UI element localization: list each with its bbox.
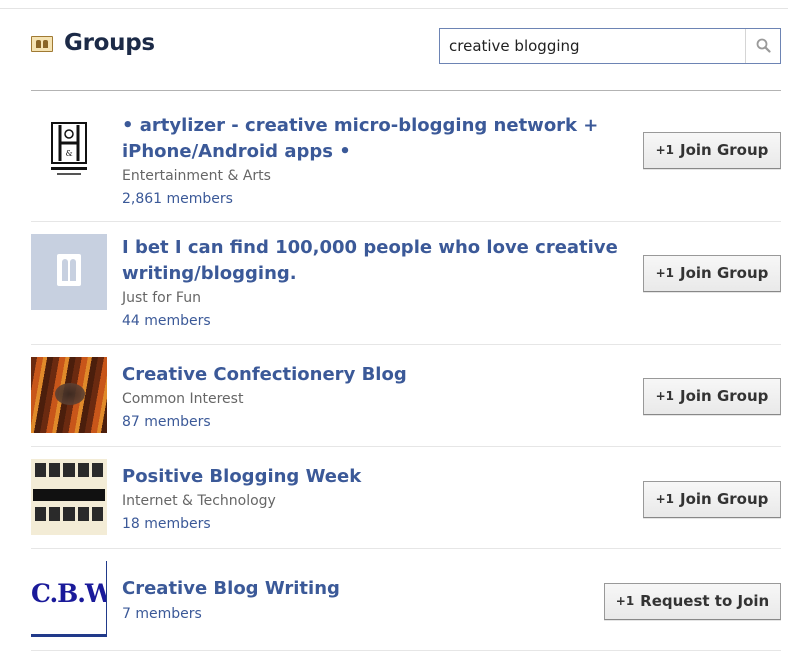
- groups-header: Groups: [31, 28, 781, 68]
- plus-one-icon: +1: [655, 492, 675, 506]
- group-result: & • artylizer - creative micro-blogging …: [31, 91, 781, 222]
- search-button[interactable]: [745, 29, 780, 63]
- plus-one-icon: +1: [615, 594, 635, 608]
- group-result: Positive Blogging Week Internet & Techno…: [31, 447, 781, 549]
- search-box: [439, 28, 781, 64]
- plus-one-icon: +1: [655, 266, 675, 280]
- group-members-link[interactable]: 7 members: [122, 602, 562, 626]
- search-input[interactable]: [440, 29, 745, 63]
- group-name-link[interactable]: • artylizer - creative micro-blogging ne…: [122, 113, 622, 165]
- join-button-label: Join Group: [680, 141, 769, 159]
- join-group-button[interactable]: +1 Join Group: [643, 255, 781, 292]
- page-title: Groups: [64, 30, 155, 56]
- group-name-link[interactable]: Positive Blogging Week: [122, 464, 602, 490]
- join-button-label: Join Group: [680, 264, 769, 282]
- group-category: Just for Fun: [122, 290, 201, 306]
- group-thumbnail[interactable]: [31, 459, 107, 535]
- group-result: C.B.W Creative Blog Writing 7 members +1…: [31, 549, 781, 651]
- group-thumbnail[interactable]: &: [31, 115, 107, 191]
- group-name-link[interactable]: Creative Blog Writing: [122, 576, 562, 602]
- group-members-link[interactable]: 44 members: [122, 309, 632, 333]
- join-button-label: Join Group: [680, 387, 769, 405]
- group-category: Entertainment & Arts: [122, 168, 271, 184]
- search-icon: [756, 38, 771, 53]
- group-name-link[interactable]: Creative Confectionery Blog: [122, 362, 602, 388]
- join-group-button[interactable]: +1 Join Group: [643, 378, 781, 415]
- group-category: Common Interest: [122, 391, 244, 407]
- join-group-button[interactable]: +1 Join Group: [643, 481, 781, 518]
- plus-one-icon: +1: [655, 143, 675, 157]
- group-category: Internet & Technology: [122, 493, 276, 509]
- group-thumbnail[interactable]: C.B.W: [31, 561, 107, 637]
- join-button-label: Join Group: [680, 490, 769, 508]
- group-thumbnail[interactable]: [31, 234, 107, 310]
- group-name-link[interactable]: I bet I can find 100,000 people who love…: [122, 235, 632, 287]
- request-to-join-button[interactable]: +1 Request to Join: [604, 583, 781, 620]
- groups-icon: [31, 36, 53, 52]
- cbw-logo: C.B.W: [31, 579, 107, 608]
- group-result: I bet I can find 100,000 people who love…: [31, 222, 781, 345]
- top-divider: [0, 8, 788, 9]
- default-group-icon: [57, 254, 81, 286]
- group-members-link[interactable]: 87 members: [122, 410, 602, 434]
- join-group-button[interactable]: +1 Join Group: [643, 132, 781, 169]
- hollander-crest-logo: &: [51, 122, 87, 175]
- group-result: Creative Confectionery Blog Common Inter…: [31, 345, 781, 447]
- svg-text:&: &: [65, 149, 72, 158]
- group-members-link[interactable]: 2,861 members: [122, 187, 622, 211]
- request-button-label: Request to Join: [640, 592, 770, 610]
- confectionery-photo: [55, 383, 85, 405]
- group-thumbnail[interactable]: [31, 357, 107, 433]
- group-members-link[interactable]: 18 members: [122, 512, 602, 536]
- plus-one-icon: +1: [655, 389, 675, 403]
